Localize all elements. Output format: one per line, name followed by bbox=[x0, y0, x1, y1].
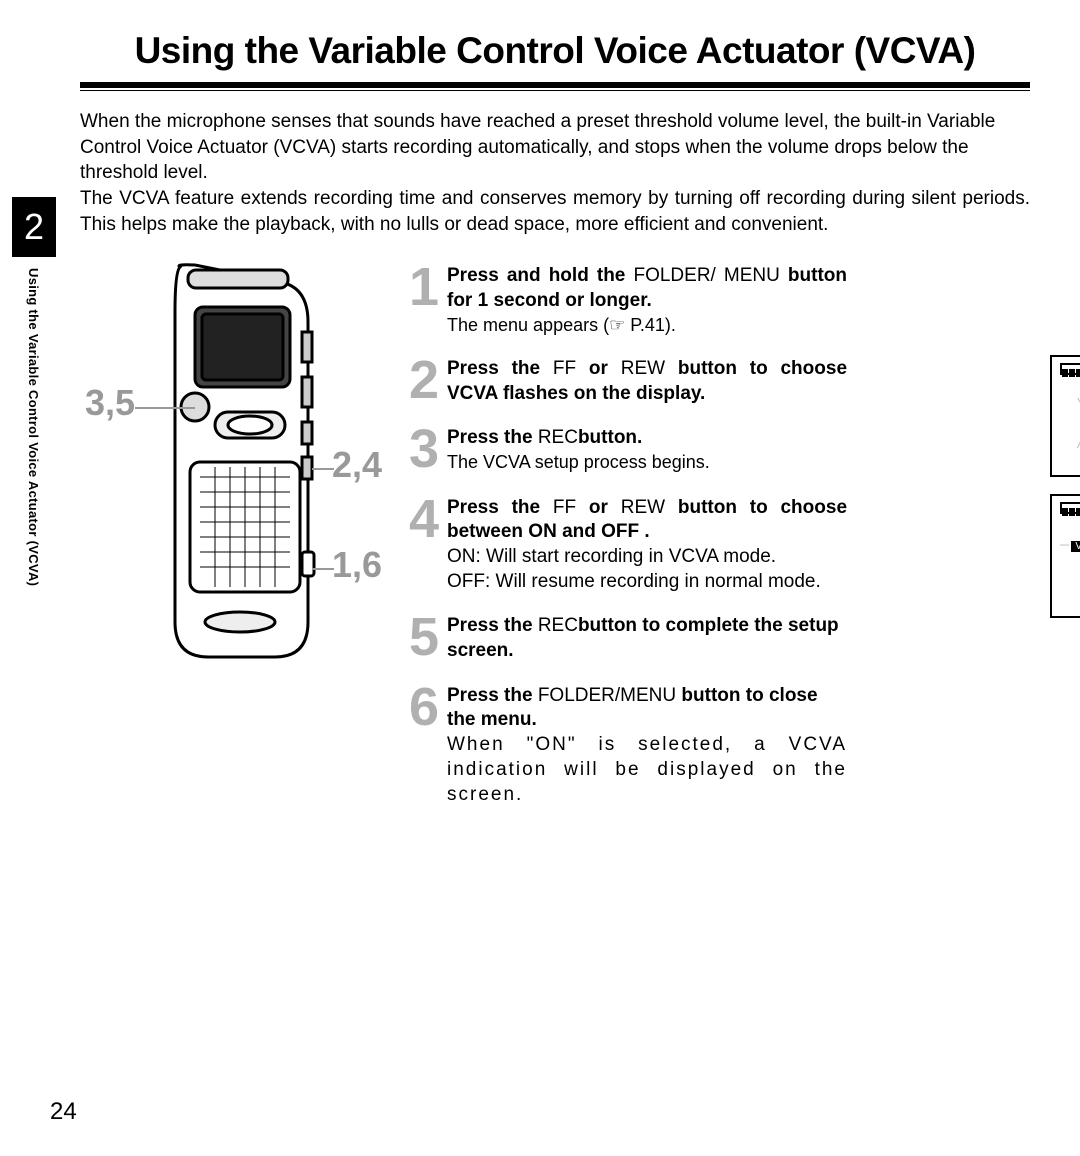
step-number: 3 bbox=[405, 424, 443, 475]
t: Press the bbox=[447, 427, 538, 448]
step-heading: Press the FF or REW button to choose VCV… bbox=[447, 357, 847, 406]
lcd-screen-vcva: ─ VCVA ─ 【 VCVA 】 ─ ON ─ OFF bbox=[1050, 494, 1080, 618]
step-sub: The menu appears (☞ P.41). bbox=[447, 314, 847, 337]
step-5: 5 Press the RECbutton to complete the se… bbox=[405, 612, 1030, 663]
callout-16: 1,6 bbox=[332, 544, 382, 586]
lcd-screen-submenu: ╲╲ SUB MENU ╱╱ ─ VCVA ─ ╱╱ REC MODE ╲╲ M… bbox=[1050, 355, 1080, 477]
page-number: 24 bbox=[50, 1098, 77, 1126]
callout-24: 2,4 bbox=[332, 444, 382, 486]
step-heading: Press the FOLDER/MENU button to close th… bbox=[447, 684, 847, 733]
t: or bbox=[576, 358, 621, 379]
step-2: 2 Press the FF or REW button to choose V… bbox=[405, 355, 1030, 406]
steps-column: 1 Press and hold the FOLDER/ MENU button… bbox=[400, 262, 1030, 825]
step-1: 1 Press and hold the FOLDER/ MENU button… bbox=[405, 262, 1030, 337]
battery-icon bbox=[1060, 502, 1080, 514]
callout-line-24 bbox=[312, 468, 334, 470]
step-number: 5 bbox=[405, 612, 443, 663]
step-6: 6 Press the FOLDER/MENU button to close … bbox=[405, 682, 1030, 807]
callout-35: 3,5 bbox=[85, 382, 135, 424]
intro-block: When the microphone senses that sounds h… bbox=[80, 109, 1030, 237]
title-rule-thick bbox=[80, 82, 1030, 88]
title-rule-thin bbox=[80, 90, 1030, 91]
step-on: ON: Will start recording in VCVA mode. bbox=[447, 545, 847, 570]
content-row: 3,5 2,4 1,6 1 Press and hold the FOLDER/… bbox=[80, 262, 1030, 825]
t: REW bbox=[621, 497, 665, 518]
chapter-number: 2 bbox=[12, 197, 56, 257]
step-number: 4 bbox=[405, 494, 443, 545]
t: FF bbox=[553, 358, 576, 379]
intro-p2: The VCVA feature extends recording time … bbox=[80, 186, 1030, 237]
callout-line-35 bbox=[135, 407, 195, 409]
t: Press the bbox=[447, 358, 553, 379]
step-3: 3 Press the RECbutton. The VCVA setup pr… bbox=[405, 424, 1030, 475]
recorder-device-icon bbox=[80, 262, 360, 672]
t: Press the bbox=[447, 615, 538, 636]
step-4: 4 Press the FF or REW button to choose b… bbox=[405, 494, 1030, 595]
t: or bbox=[576, 497, 621, 518]
t: FOLDER/MENU bbox=[538, 685, 676, 706]
page-title: Using the Variable Control Voice Actuato… bbox=[80, 30, 1030, 72]
step-number: 1 bbox=[405, 262, 443, 313]
lcd-label: MIC SENSE bbox=[1060, 450, 1080, 467]
t: Press and hold the bbox=[447, 265, 633, 286]
t: REC bbox=[538, 615, 578, 636]
flash-icon: ─ bbox=[1060, 537, 1067, 552]
step-number: 6 bbox=[405, 682, 443, 733]
t: FF bbox=[553, 497, 576, 518]
lcd-label: OFF bbox=[1060, 591, 1080, 608]
intro-p1: When the microphone senses that sounds h… bbox=[80, 109, 1030, 186]
device-illustration: 3,5 2,4 1,6 bbox=[80, 262, 400, 825]
t: button. bbox=[578, 427, 642, 448]
step-heading: Press the FF or REW button to choose bet… bbox=[447, 496, 847, 545]
lcd-label-hl: VCVA bbox=[1071, 541, 1080, 552]
step-sub: When "ON" is selected, a VCVA indication… bbox=[447, 733, 847, 807]
step-number: 2 bbox=[405, 355, 443, 406]
side-running-title: Using the Variable Control Voice Actuato… bbox=[26, 268, 41, 586]
callout-line-16 bbox=[312, 568, 334, 570]
step-heading: Press the RECbutton to complete the setu… bbox=[447, 614, 847, 663]
t: REW bbox=[621, 358, 665, 379]
step-sub: The VCVA setup process begins. bbox=[447, 451, 847, 474]
step-off: OFF: Will resume recording in normal mod… bbox=[447, 570, 847, 595]
t: Press the bbox=[447, 497, 553, 518]
t: Press the bbox=[447, 685, 538, 706]
t: FOLDER/ MENU bbox=[633, 265, 779, 286]
t: REC bbox=[538, 427, 578, 448]
lcd-title: 【 VCVA 】 bbox=[1060, 553, 1080, 574]
step-heading: Press the RECbutton. bbox=[447, 426, 847, 451]
step-heading: Press and hold the FOLDER/ MENU button f… bbox=[447, 264, 847, 313]
battery-icon bbox=[1060, 363, 1080, 375]
